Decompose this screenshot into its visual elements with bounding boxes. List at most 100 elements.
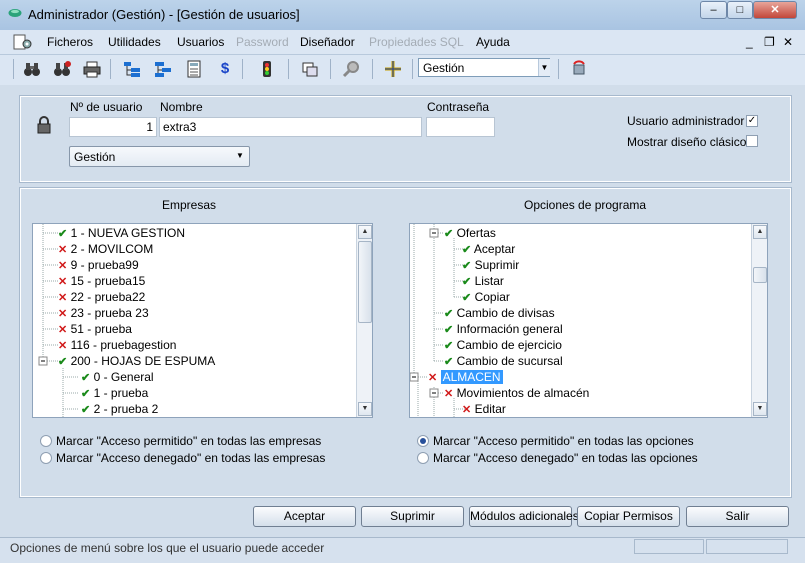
companies-tree[interactable]: ✔ 1 - NUEVA GESTION ✕ 2 - MOVILCOM ✕ 9 -… — [32, 223, 373, 418]
scroll-up-button[interactable]: ▲ — [753, 225, 767, 239]
status-panel — [634, 539, 704, 554]
tree-node[interactable]: ✔ Información general — [444, 321, 563, 337]
window-title: Administrador (Gestión) - [Gestión de us… — [28, 7, 300, 22]
tree-node-label: 23 - prueba 23 — [70, 306, 149, 320]
scrollbar-thumb[interactable] — [753, 267, 767, 283]
accept-button[interactable]: Aceptar — [253, 506, 356, 527]
tree-node[interactable]: ✕ 23 - prueba 23 — [58, 305, 149, 321]
tree-view-alt-icon[interactable] — [153, 60, 173, 78]
tree-node[interactable]: ✔ Listar — [462, 273, 504, 289]
tree-node[interactable]: ✕ 15 - prueba15 — [58, 273, 145, 289]
menu-ayuda[interactable]: Ayuda — [476, 35, 510, 49]
classic-design-checkbox[interactable] — [746, 135, 758, 147]
tree-node[interactable]: ✕ 9 - prueba99 — [58, 257, 139, 273]
tree-node[interactable]: ✔ 1 - prueba — [81, 385, 148, 401]
password-input[interactable] — [426, 117, 495, 137]
window-icon[interactable] — [300, 60, 320, 78]
check-icon: ✔ — [462, 292, 472, 304]
tree-node-label: Información general — [456, 322, 563, 336]
tree-node[interactable]: ✔ Cambio de divisas — [444, 305, 555, 321]
delete-button[interactable]: Suprimir — [361, 506, 464, 527]
tree-node[interactable]: ✔ Aceptar — [462, 241, 515, 257]
check-icon: ✔ — [81, 404, 91, 416]
menu-disenador[interactable]: Diseñador — [300, 35, 355, 49]
companies-deny-radio[interactable] — [40, 452, 52, 464]
tree-node-label: 2 - MOVILCOM — [70, 242, 154, 256]
traffic-light-icon[interactable] — [257, 60, 277, 78]
tree-node-label: 0 - General — [93, 370, 154, 384]
user-name-input[interactable]: extra3 — [159, 117, 422, 137]
copy-permissions-button[interactable]: Copiar Permisos — [577, 506, 680, 527]
close-button[interactable]: ✕ — [753, 1, 797, 19]
scroll-down-button[interactable]: ▼ — [753, 402, 767, 416]
mdi-restore-button[interactable]: ❐ — [764, 35, 775, 49]
admin-checkbox[interactable]: ✓ — [746, 115, 758, 127]
refresh-icon[interactable] — [569, 60, 589, 78]
user-id-input[interactable]: 1 — [69, 117, 157, 137]
companies-allow-radio[interactable] — [40, 435, 52, 447]
tree-node[interactable]: ✕ 22 - prueba22 — [58, 289, 145, 305]
menu-usuarios[interactable]: Usuarios — [177, 35, 224, 49]
tree-node[interactable]: ✕ Movimientos de almacén — [444, 385, 589, 401]
tree-node-selected[interactable]: ✕ ALMACEN — [428, 369, 503, 385]
exit-button[interactable]: Salir — [686, 506, 789, 527]
cross-icon: ✕ — [58, 340, 68, 352]
additional-modules-button[interactable]: Módulos adicionales — [469, 506, 579, 527]
toolbar-separator — [372, 59, 373, 79]
tree-node[interactable]: ✔ 1 - NUEVA GESTION — [58, 225, 185, 241]
tree-node[interactable]: ✕ Editar — [462, 401, 506, 417]
tree-node[interactable]: ✕ 2 - MOVILCOM — [58, 241, 153, 257]
tree-node[interactable]: ✔ Copiar — [462, 289, 510, 305]
options-deny-radio[interactable] — [417, 452, 429, 464]
check-icon: ✔ — [444, 324, 454, 336]
currency-icon[interactable]: $ — [215, 60, 235, 78]
find-next-icon[interactable] — [52, 60, 72, 78]
companies-header: Empresas — [162, 198, 217, 212]
tree-node[interactable]: ✔ Cambio de sucursal — [444, 353, 563, 369]
tree-node[interactable]: ✔ 200 - HOJAS DE ESPUMA — [58, 353, 215, 369]
crosshair-icon[interactable] — [383, 60, 403, 78]
tree-node[interactable]: ✕ 51 - prueba — [58, 321, 132, 337]
tree-node[interactable]: ✔ 0 - General — [81, 369, 154, 385]
tree-node[interactable]: ✔ Suprimir — [462, 257, 519, 273]
menu-propiedades-sql[interactable]: Propiedades SQL — [369, 35, 464, 49]
cross-icon: ✕ — [58, 260, 68, 272]
options-allow-radio[interactable] — [417, 435, 429, 447]
tree-node-label: 2 - prueba 2 — [93, 402, 159, 416]
tree-node[interactable]: ✔ 2 - prueba 2 — [81, 401, 158, 417]
scroll-up-button[interactable]: ▲ — [358, 225, 372, 239]
options-scrollbar[interactable]: ▲ ▼ — [751, 224, 767, 417]
scroll-down-button[interactable]: ▼ — [358, 402, 372, 416]
check-icon: ✔ — [462, 276, 472, 288]
toolbar-separator — [558, 59, 559, 79]
calculator-icon[interactable] — [184, 60, 204, 78]
tree-view-icon[interactable] — [122, 60, 142, 78]
menu-password[interactable]: Password — [236, 35, 289, 49]
menu-utilidades[interactable]: Utilidades — [108, 35, 161, 49]
toolbar-separator — [288, 59, 289, 79]
mdi-minimize-button[interactable]: _ — [746, 35, 753, 49]
classic-design-label: Mostrar diseño clásico — [627, 135, 747, 149]
tree-node-label: 1 - NUEVA GESTION — [70, 226, 186, 240]
tree-node-label: Suprimir — [474, 258, 520, 272]
menu-ficheros[interactable]: Ficheros — [47, 35, 93, 49]
tree-node[interactable]: ✕ 116 - pruebagestion — [58, 337, 176, 353]
maximize-button[interactable]: □ — [727, 1, 753, 19]
chevron-down-icon[interactable]: ▼ — [538, 59, 550, 76]
check-icon: ✔ — [58, 228, 68, 240]
tree-node-label: 51 - prueba — [70, 322, 132, 336]
companies-scrollbar[interactable]: ▲ ▼ — [356, 224, 372, 417]
mdi-close-button[interactable]: ✕ — [783, 35, 793, 49]
check-icon: ✔ — [444, 228, 454, 240]
print-icon[interactable] — [82, 60, 102, 78]
binoculars-icon[interactable] — [22, 60, 42, 78]
tree-node[interactable]: ✔ Cambio de ejercicio — [444, 337, 562, 353]
lock-icon — [37, 116, 51, 134]
minimize-button[interactable]: – — [700, 1, 727, 19]
scrollbar-thumb[interactable] — [358, 241, 372, 323]
search-icon[interactable] — [342, 60, 362, 78]
tree-node[interactable]: ✔ Ofertas — [444, 225, 496, 241]
options-tree[interactable]: ✔ Ofertas ✔ Aceptar ✔ Suprimir ✔ Listar … — [409, 223, 768, 418]
tree-node-label: 200 - HOJAS DE ESPUMA — [70, 354, 216, 368]
check-icon: ✔ — [81, 388, 91, 400]
